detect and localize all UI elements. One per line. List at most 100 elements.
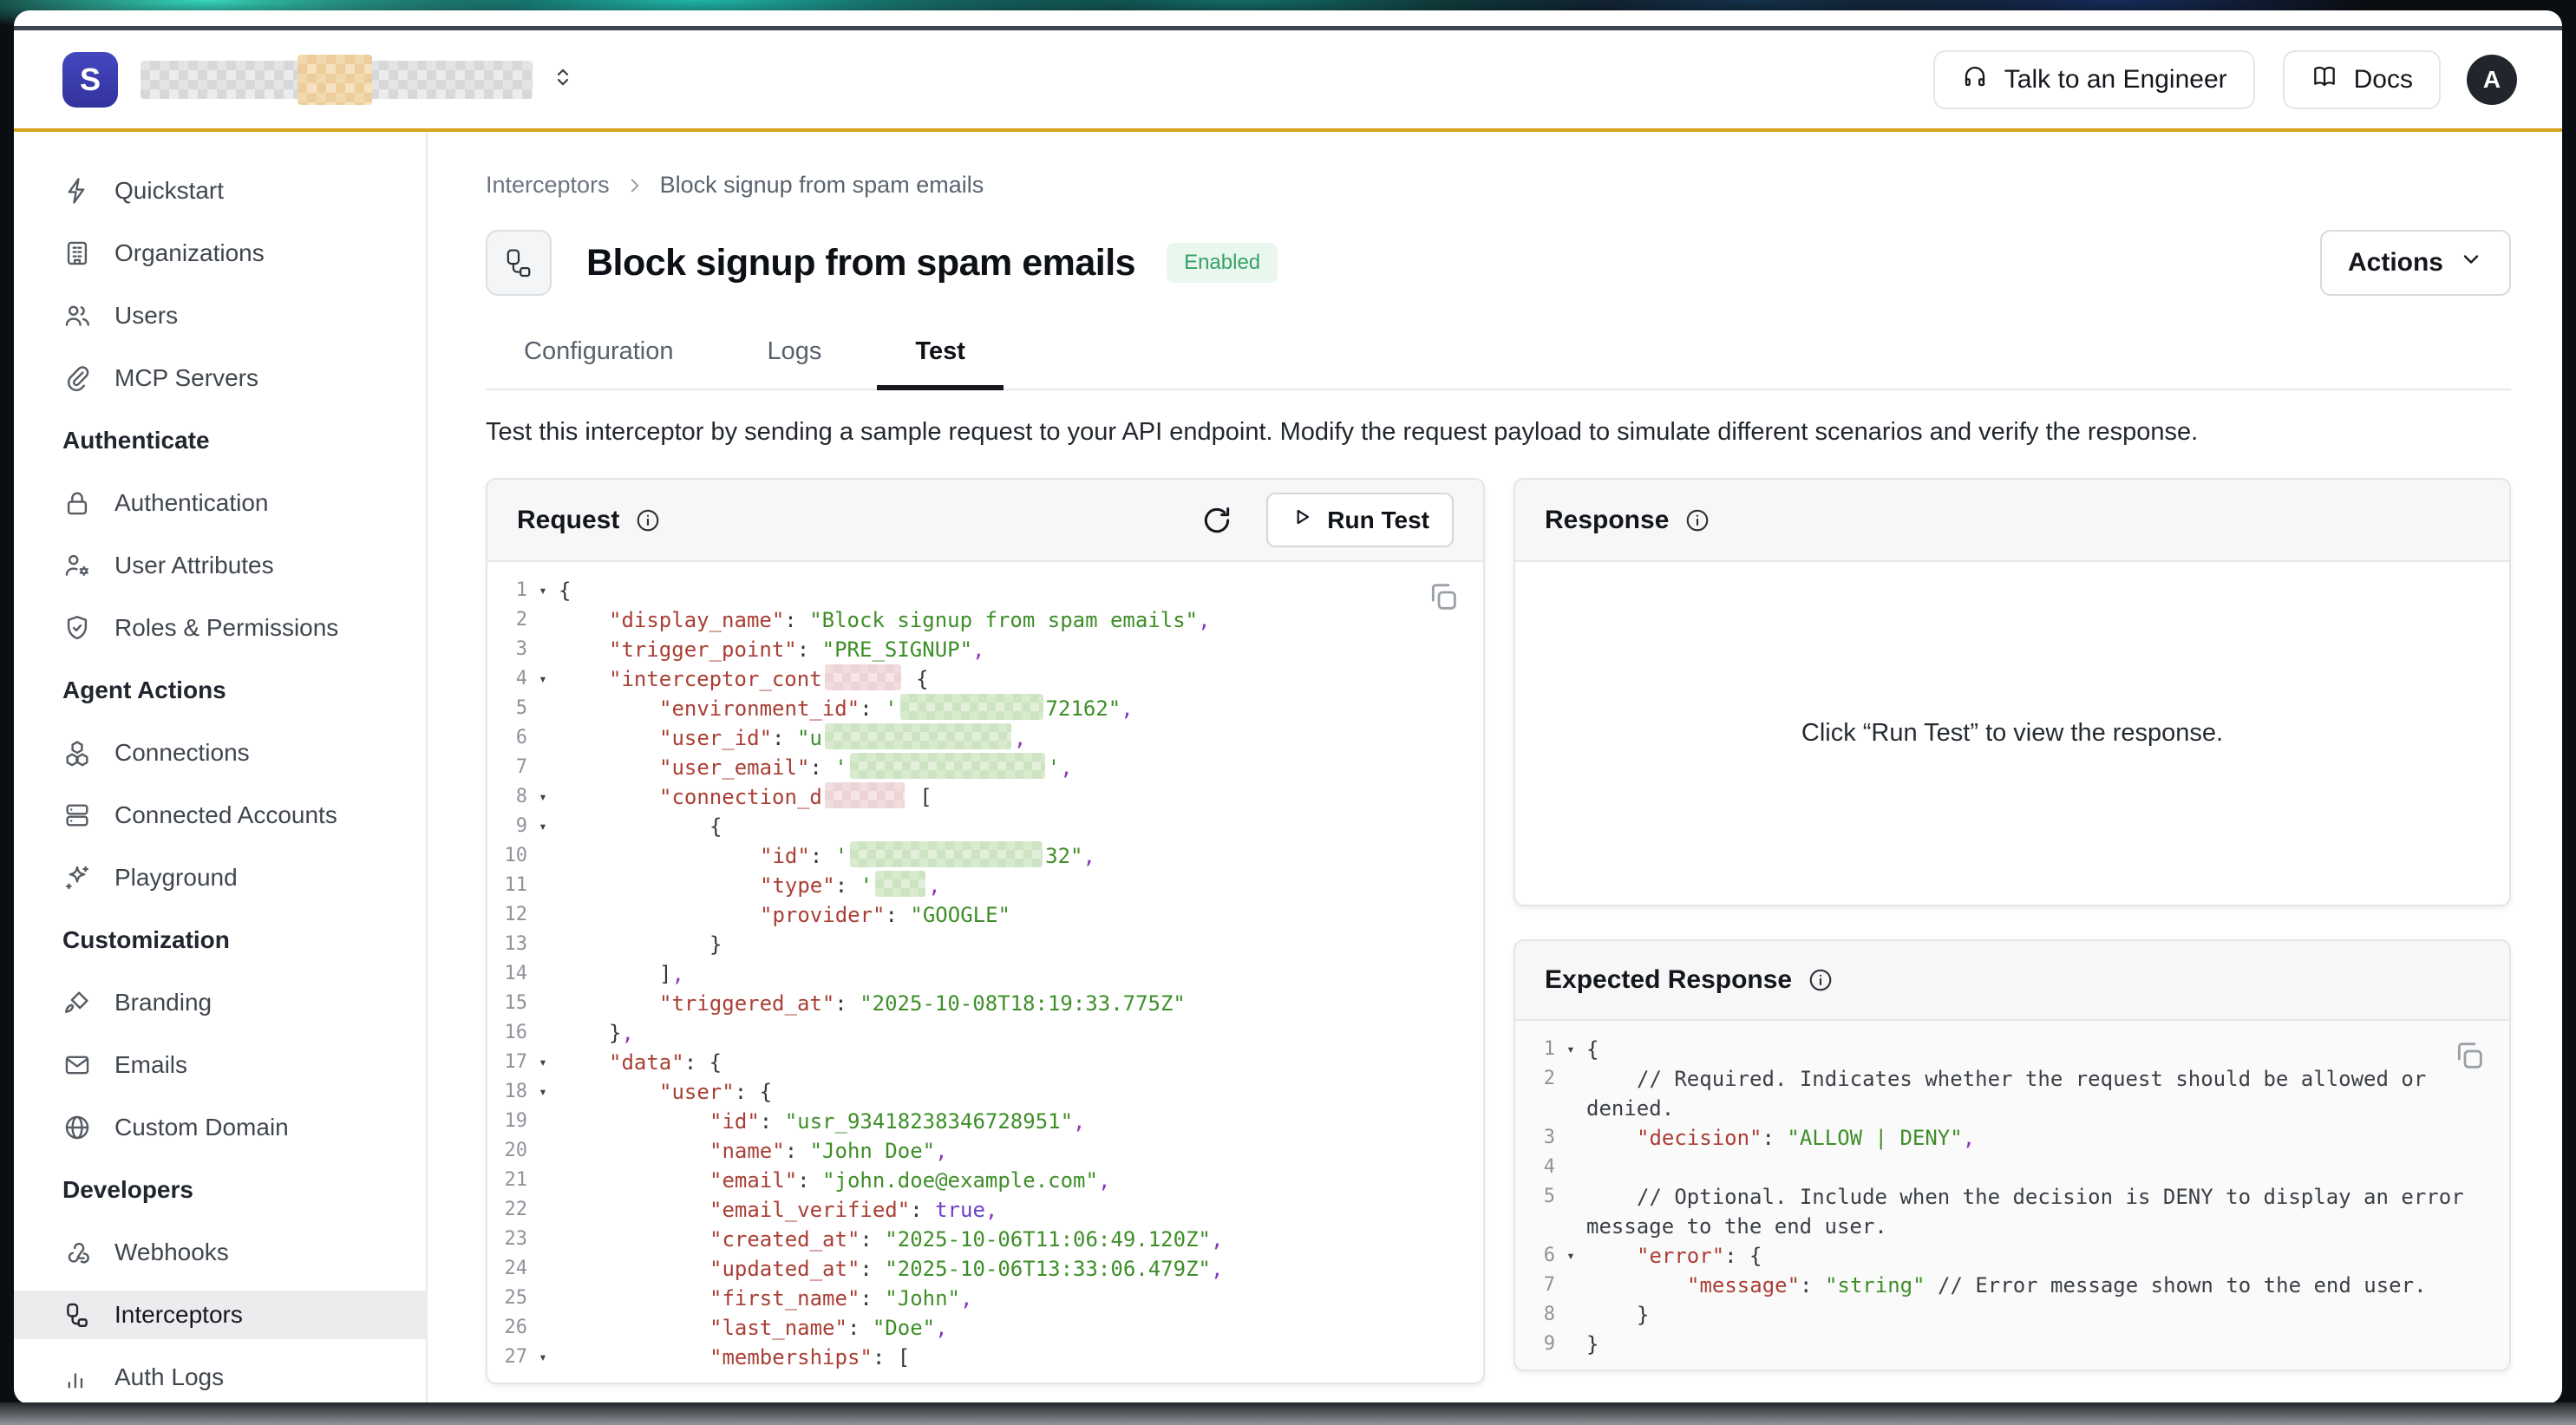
sidebar-item-authentication[interactable]: Authentication [14,479,426,527]
fold-spacer [527,841,559,871]
code-line: 2// Required. Indicates whether the requ… [1515,1064,2509,1094]
line-number: 8 [1515,1300,1555,1330]
line-number: 16 [487,1018,527,1048]
code-text: "type": ', [559,871,941,900]
line-number: 20 [487,1136,527,1166]
fold-spacer [527,605,559,635]
sidebar-item-user-attributes[interactable]: User Attributes [14,541,426,590]
refresh-icon[interactable] [1200,504,1233,537]
sidebar-item-playground[interactable]: Playground [14,853,426,902]
workspace-logo[interactable]: S [62,52,118,108]
request-panel: Request [486,478,1485,1384]
interceptor-icon [486,230,552,296]
app-window: S Talk to an Engineer Docs [14,10,2562,1404]
code-line: 8} [1515,1300,2509,1330]
fold-toggle-icon[interactable]: ▾ [527,782,559,812]
redacted-value [825,723,1011,749]
line-number: 24 [487,1254,527,1284]
sidebar-item-emails[interactable]: Emails [14,1041,426,1089]
chevrons-up-down-icon[interactable] [550,64,576,95]
envelope-icon [62,1050,92,1080]
request-code-editor[interactable]: 1▾{2"display_name": "Block signup from s… [487,562,1483,1383]
fold-spacer [527,1136,559,1166]
sidebar-item-connections[interactable]: Connections [14,729,426,777]
org-name-redacted[interactable] [141,61,533,99]
fold-toggle-icon[interactable]: ▾ [527,576,559,605]
breadcrumb-current: Block signup from spam emails [660,172,984,199]
copy-icon[interactable] [2452,1038,2487,1075]
cubes-icon [62,738,92,768]
code-line: 13} [487,930,1483,959]
tab-logs[interactable]: Logs [729,325,860,389]
bolt-icon [62,176,92,206]
talk-to-engineer-label: Talk to an Engineer [2004,65,2227,95]
user-avatar[interactable]: A [2467,55,2517,105]
sidebar-item-connected-accounts[interactable]: Connected Accounts [14,791,426,840]
code-line: 14], [487,959,1483,989]
line-number: 5 [487,694,527,723]
fold-spacer [527,1195,559,1225]
info-icon[interactable] [635,507,661,533]
line-number: 1 [1515,1035,1555,1064]
sidebar-item-users[interactable]: Users [14,291,426,340]
line-number: 12 [487,900,527,930]
sidebar-item-roles-permissions[interactable]: Roles & Permissions [14,604,426,652]
breadcrumb-parent[interactable]: Interceptors [486,172,610,199]
code-line: 23"created_at": "2025-10-06T11:06:49.120… [487,1225,1483,1254]
fold-toggle-icon[interactable]: ▾ [527,664,559,694]
sidebar-item-label: Quickstart [114,177,224,205]
server-rows-icon [62,801,92,830]
code-line: 26"last_name": "Doe", [487,1313,1483,1343]
sidebar-item-quickstart[interactable]: Quickstart [14,167,426,215]
fold-toggle-icon[interactable]: ▾ [1555,1241,1586,1271]
fold-spacer [527,871,559,900]
tab-test[interactable]: Test [877,325,1003,389]
code-line: 10"id": '32", [487,841,1483,871]
sidebar-nav: Quickstart Organizations Users MCP Servers A… [14,132,428,1404]
line-number: 21 [487,1166,527,1195]
run-test-button[interactable]: Run Test [1266,493,1454,547]
code-text: ], [559,959,684,989]
fold-spacer [1555,1094,1586,1123]
fold-toggle-icon[interactable]: ▾ [527,1343,559,1372]
docs-button[interactable]: Docs [2283,50,2441,109]
info-icon[interactable] [1808,967,1834,993]
sidebar-item-label: User Attributes [114,552,274,579]
fold-spacer [1555,1271,1586,1300]
code-text: "email": "john.doe@example.com", [559,1166,1110,1195]
sidebar-item-auth-logs[interactable]: Auth Logs [14,1353,426,1402]
copy-icon[interactable] [1426,579,1461,617]
code-text: } [1586,1330,1599,1359]
fold-toggle-icon[interactable]: ▾ [527,1048,559,1077]
tab-configuration[interactable]: Configuration [486,325,712,389]
sidebar-item-branding[interactable]: Branding [14,978,426,1027]
redacted-value [900,694,1043,720]
line-number: 17 [487,1048,527,1077]
fold-toggle-icon[interactable]: ▾ [527,812,559,841]
info-icon[interactable] [1684,507,1710,533]
fold-toggle-icon[interactable]: ▾ [527,1077,559,1107]
actions-button[interactable]: Actions [2320,230,2511,296]
chevron-down-icon [2459,247,2483,278]
sidebar-item-custom-domain[interactable]: Custom Domain [14,1103,426,1152]
line-number: 4 [487,664,527,694]
sidebar-item-webhooks[interactable]: Webhooks [14,1228,426,1277]
line-number: 25 [487,1284,527,1313]
line-number [1515,1094,1555,1123]
fold-spacer [1555,1300,1586,1330]
fold-spacer [1555,1123,1586,1153]
code-text: "message": "string" // Error message sho… [1586,1271,2427,1300]
sidebar-item-interceptors[interactable]: Interceptors [14,1291,426,1339]
sidebar-item-organizations[interactable]: Organizations [14,229,426,278]
code-line: 12"provider": "GOOGLE" [487,900,1483,930]
line-number: 26 [487,1313,527,1343]
sidebar-item-mcp-servers[interactable]: MCP Servers [14,354,426,402]
talk-to-engineer-button[interactable]: Talk to an Engineer [1933,50,2255,109]
app-header: S Talk to an Engineer Docs [14,30,2562,128]
fold-spacer [527,959,559,989]
request-panel-title: Request [517,506,619,535]
line-number: 27 [487,1343,527,1372]
fold-toggle-icon[interactable]: ▾ [1555,1035,1586,1064]
code-line: 18▾"user": { [487,1077,1483,1107]
sidebar-item-label: Connected Accounts [114,801,337,829]
